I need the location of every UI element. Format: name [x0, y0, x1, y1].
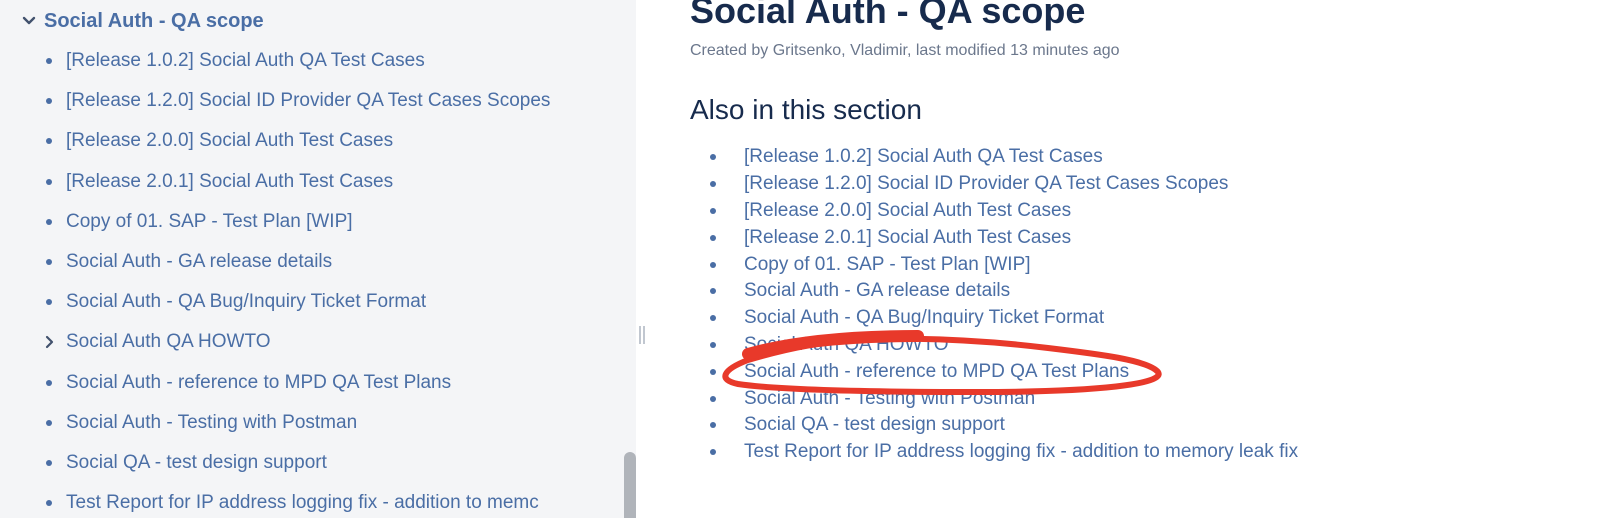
bullet-icon [710, 341, 716, 348]
list-item: [Release 1.2.0] Social ID Provider QA Te… [710, 171, 1298, 198]
tree-item[interactable]: Social Auth - reference to MPD QA Test P… [0, 363, 550, 403]
tree-item-link[interactable]: [Release 2.0.0] Social Auth Test Cases [66, 130, 393, 152]
section-link[interactable]: [Release 2.0.1] Social Auth Test Cases [744, 227, 1071, 249]
bullet-icon [710, 234, 716, 241]
list-item: Copy of 01. SAP - Test Plan [WIP] [710, 251, 1298, 278]
section-links-list: [Release 1.0.2] Social Auth QA Test Case… [710, 144, 1298, 466]
main-content: Social Auth - QA scope Created by Gritse… [690, 0, 1590, 518]
tree-item[interactable]: Social Auth - QA Bug/Inquiry Ticket Form… [0, 282, 550, 322]
bullet-icon [46, 379, 52, 386]
tree-item-link[interactable]: Social Auth - reference to MPD QA Test P… [66, 372, 451, 394]
tree-item-expandable[interactable]: Social Auth QA HOWTO [0, 322, 550, 362]
tree-item[interactable]: [Release 1.2.0] Social ID Provider QA Te… [0, 81, 550, 121]
section-link[interactable]: [Release 1.2.0] Social ID Provider QA Te… [744, 173, 1228, 195]
list-item: Social Auth - Testing with Postman [710, 385, 1298, 412]
tree-item[interactable]: [Release 2.0.0] Social Auth Test Cases [0, 121, 550, 161]
bullet-icon [710, 449, 716, 456]
section-link[interactable]: Social Auth QA HOWTO [744, 334, 949, 356]
bullet-icon [710, 395, 716, 402]
bullet-icon [46, 419, 52, 426]
page-title: Social Auth - QA scope [690, 0, 1086, 31]
bullet-icon [46, 500, 52, 507]
section-link[interactable]: Copy of 01. SAP - Test Plan [WIP] [744, 254, 1031, 276]
section-heading: Also in this section [690, 94, 922, 125]
section-link[interactable]: Social Auth - QA Bug/Inquiry Ticket Form… [744, 307, 1104, 329]
tree-item-link[interactable]: Social QA - test design support [66, 452, 327, 474]
bullet-icon [46, 218, 52, 225]
bullet-icon [46, 178, 52, 185]
tree-item[interactable]: Social QA - test design support [0, 443, 550, 483]
list-item: [Release 2.0.0] Social Auth Test Cases [710, 198, 1298, 225]
bullet-icon [46, 299, 52, 306]
chevron-down-icon[interactable] [20, 12, 38, 30]
bullet-icon [46, 459, 52, 466]
list-item: [Release 2.0.1] Social Auth Test Cases [710, 224, 1298, 251]
chevron-right-icon[interactable] [42, 335, 56, 349]
section-link[interactable]: Social Auth - Testing with Postman [744, 388, 1035, 410]
tree-item[interactable]: Test Report for IP address logging fix -… [0, 483, 550, 518]
list-item: Social Auth - QA Bug/Inquiry Ticket Form… [710, 305, 1298, 332]
bullet-icon [710, 154, 716, 161]
section-link[interactable]: [Release 1.0.2] Social Auth QA Test Case… [744, 146, 1103, 168]
section-link[interactable]: Social Auth - reference to MPD QA Test P… [744, 361, 1129, 383]
tree-item[interactable]: Social Auth - GA release details [0, 242, 550, 282]
sidebar-resize-handle[interactable] [639, 326, 645, 344]
tree-item-link[interactable]: Social Auth - Testing with Postman [66, 412, 357, 434]
bullet-icon [46, 58, 52, 65]
tree-item[interactable]: Social Auth - Testing with Postman [0, 403, 550, 443]
tree-item-link[interactable]: Social Auth QA HOWTO [66, 331, 271, 353]
tree-item-link[interactable]: [Release 1.0.2] Social Auth QA Test Case… [66, 50, 425, 72]
tree-item-link[interactable]: Test Report for IP address logging fix -… [66, 492, 539, 514]
bullet-icon [710, 261, 716, 268]
tree-item-link[interactable]: Social Auth - QA Bug/Inquiry Ticket Form… [66, 291, 426, 313]
bullet-icon [710, 368, 716, 375]
tree-item[interactable]: [Release 2.0.1] Social Auth Test Cases [0, 162, 550, 202]
tree-item-link[interactable]: [Release 2.0.1] Social Auth Test Cases [66, 171, 393, 193]
bullet-icon [710, 422, 716, 429]
list-item: Social Auth - reference to MPD QA Test P… [710, 358, 1298, 385]
section-link[interactable]: Social QA - test design support [744, 414, 1005, 436]
section-link[interactable]: [Release 2.0.0] Social Auth Test Cases [744, 200, 1071, 222]
list-item: Test Report for IP address logging fix -… [710, 439, 1298, 466]
section-link[interactable]: Social Auth - GA release details [744, 280, 1010, 302]
tree-item[interactable]: Copy of 01. SAP - Test Plan [WIP] [0, 202, 550, 242]
bullet-icon [710, 288, 716, 295]
sidebar-scrollbar[interactable] [624, 452, 636, 518]
bullet-icon [710, 207, 716, 214]
tree-parent-label[interactable]: Social Auth - QA scope [44, 10, 264, 33]
tree-item-link[interactable]: Social Auth - GA release details [66, 251, 332, 273]
tree-item-link[interactable]: [Release 1.2.0] Social ID Provider QA Te… [66, 90, 550, 112]
list-item: [Release 1.0.2] Social Auth QA Test Case… [710, 144, 1298, 171]
sidebar-page-tree: Social Auth - QA scope [Release 1.0.2] S… [0, 0, 636, 518]
bullet-icon [710, 181, 716, 188]
bullet-icon [710, 315, 716, 322]
page-byline: Created by Gritsenko, Vladimir, last mod… [690, 42, 1120, 59]
tree-item[interactable]: [Release 1.0.2] Social Auth QA Test Case… [0, 41, 550, 81]
list-item: Social QA - test design support [710, 412, 1298, 439]
tree-item-link[interactable]: Copy of 01. SAP - Test Plan [WIP] [66, 211, 353, 233]
section-link[interactable]: Test Report for IP address logging fix -… [744, 441, 1298, 463]
tree-children-list: [Release 1.0.2] Social Auth QA Test Case… [0, 41, 550, 518]
list-item: Social Auth QA HOWTO [710, 332, 1298, 359]
bullet-icon [46, 259, 52, 266]
tree-item-parent[interactable]: Social Auth - QA scope [20, 8, 264, 34]
bullet-icon [46, 138, 52, 145]
bullet-icon [46, 98, 52, 105]
list-item: Social Auth - GA release details [710, 278, 1298, 305]
